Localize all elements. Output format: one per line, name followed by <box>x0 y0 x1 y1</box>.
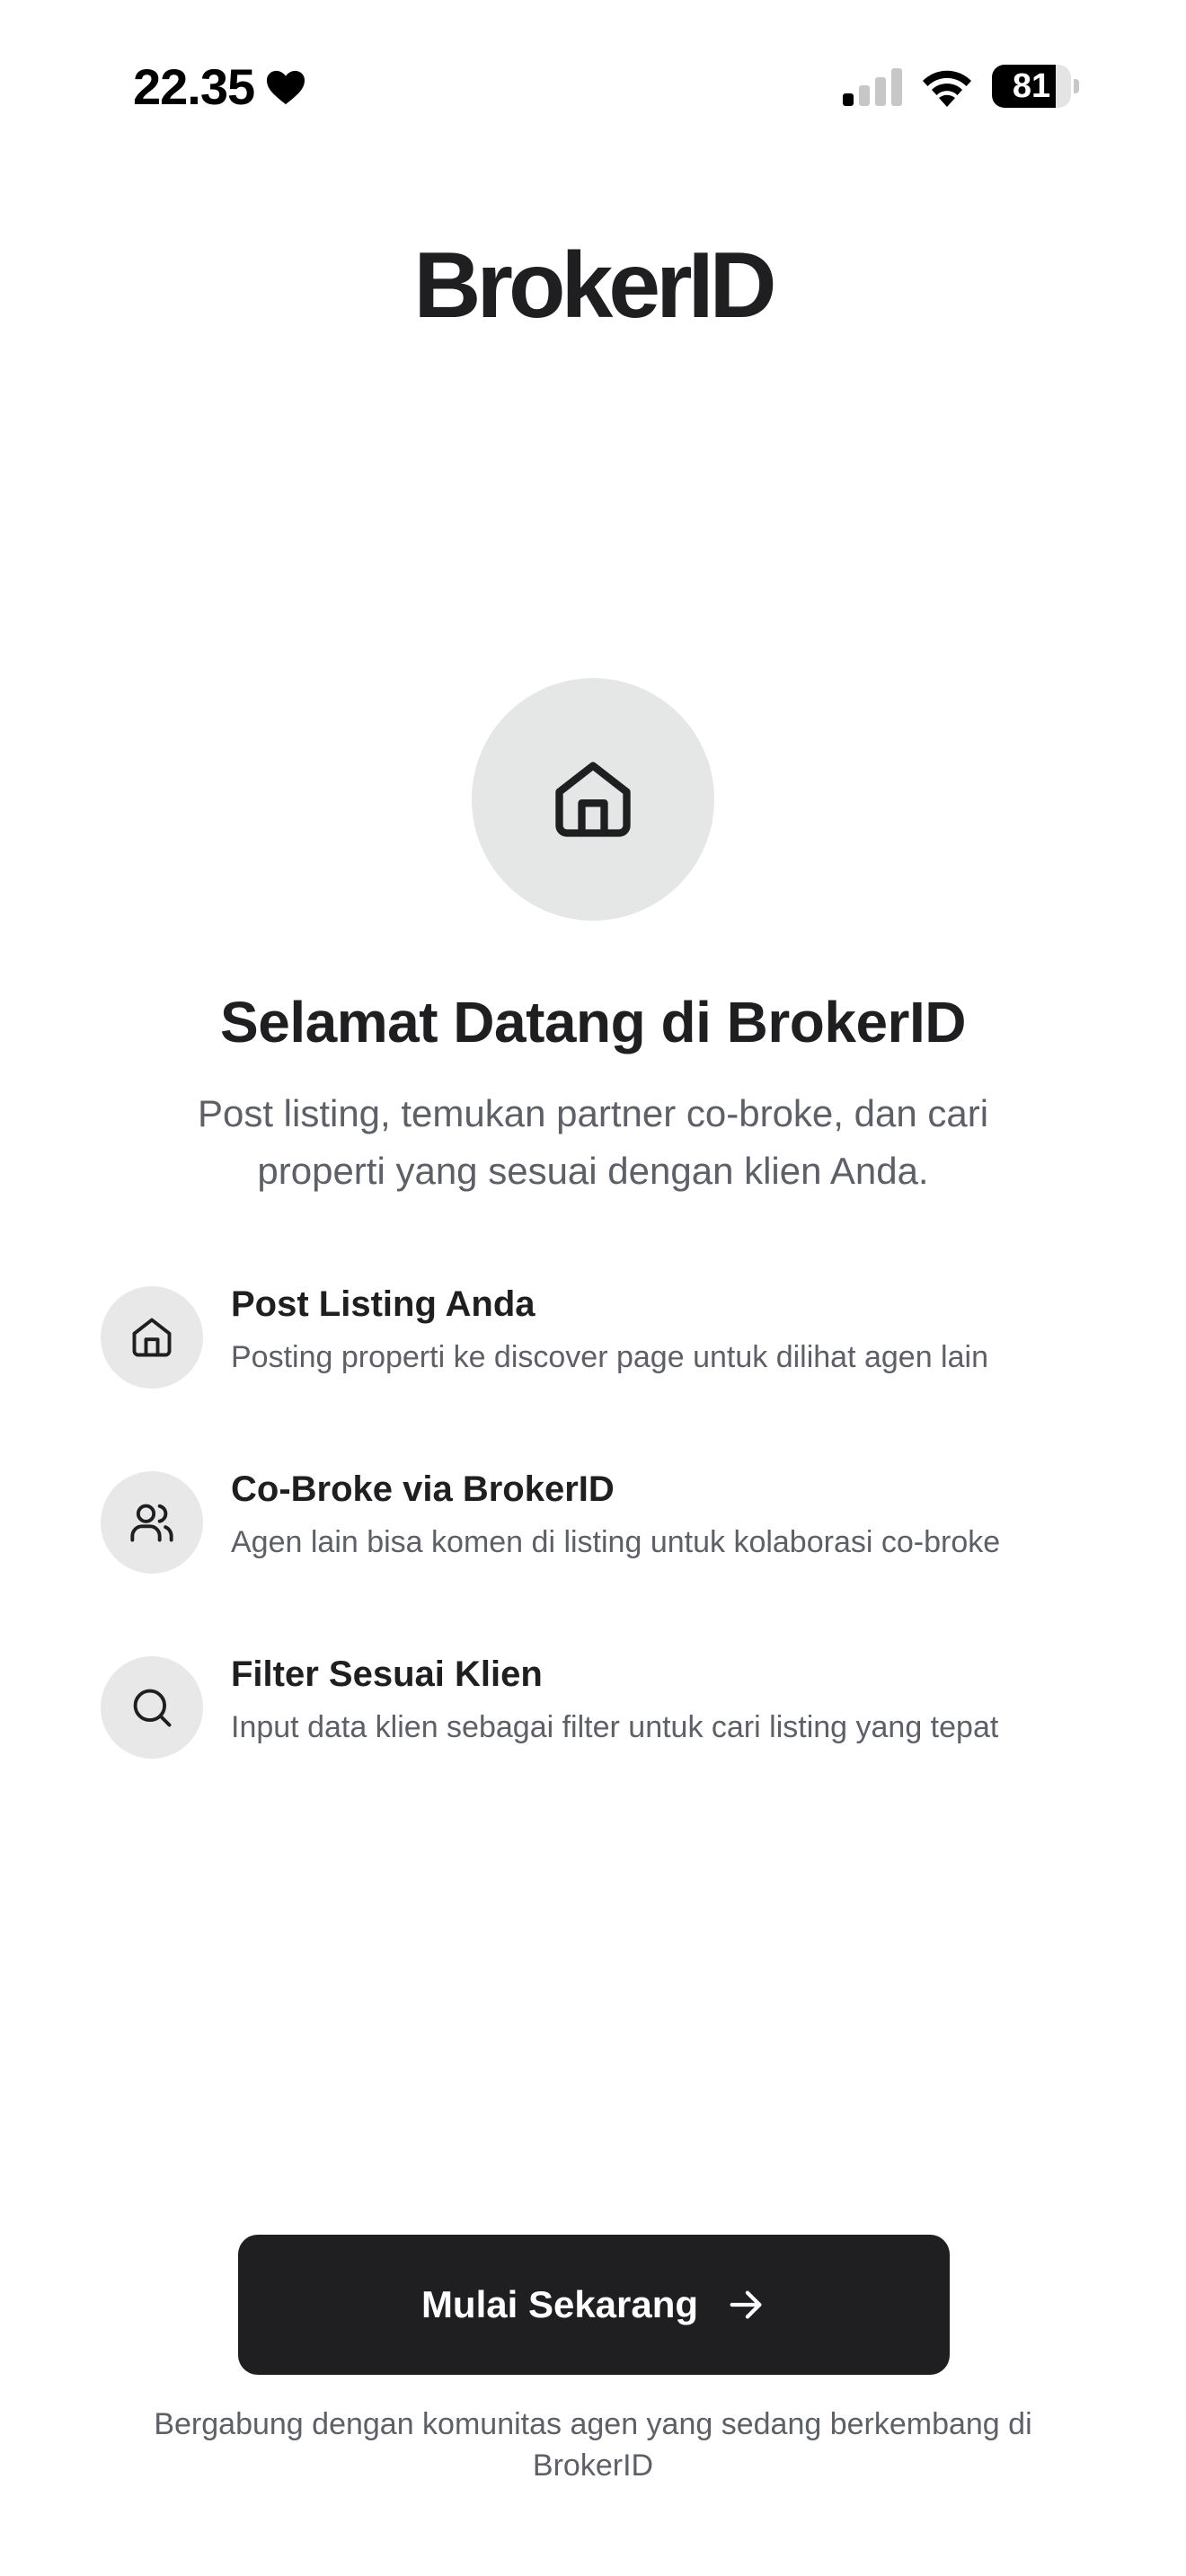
feature-title: Co-Broke via BrokerID <box>231 1469 615 1509</box>
status-bar: 22.35 81 <box>0 0 1186 171</box>
wifi-icon <box>923 70 971 107</box>
users-icon <box>130 1504 173 1542</box>
battery-indicator: 81 <box>992 65 1079 108</box>
house-icon <box>555 762 631 837</box>
feature-icon-circle <box>101 1471 203 1574</box>
feature-description: Agen lain bisa komen di listing untuk ko… <box>231 1525 1001 1559</box>
battery-cap <box>1074 79 1079 93</box>
feature-description: Input data klien sebagai filter untuk ca… <box>231 1710 999 1744</box>
footer-note: Bergabung dengan komunitas agen yang sed… <box>154 2407 1032 2483</box>
battery-body: 81 <box>992 65 1071 108</box>
house-icon <box>132 1318 172 1357</box>
arrow-right-icon <box>730 2290 762 2319</box>
brand-logo: BrokerID <box>413 234 776 338</box>
search-icon <box>133 1689 172 1727</box>
cellular-signal-icon <box>843 68 902 106</box>
feature-title: Post Listing Anda <box>231 1284 535 1324</box>
feature-description: Posting properti ke discover page untuk … <box>231 1340 988 1374</box>
feature-title: Filter Sesuai Klien <box>231 1654 543 1694</box>
start-now-label: Mulai Sekarang <box>420 2283 699 2325</box>
welcome-subtitle: Post listing, temukan partner co-broke, … <box>197 1092 989 1192</box>
welcome-title: Selamat Datang di BrokerID <box>220 990 966 1054</box>
clock-text: 22.35 <box>133 58 255 115</box>
feature-icon-circle <box>101 1656 203 1759</box>
heart-icon <box>267 70 305 105</box>
start-now-button[interactable]: Mulai Sekarang <box>238 2235 950 2375</box>
hero-icon-circle <box>472 678 714 921</box>
status-time: 22.35 <box>133 56 306 119</box>
battery-level: 81 <box>1012 67 1051 105</box>
feature-icon-circle <box>101 1286 203 1389</box>
